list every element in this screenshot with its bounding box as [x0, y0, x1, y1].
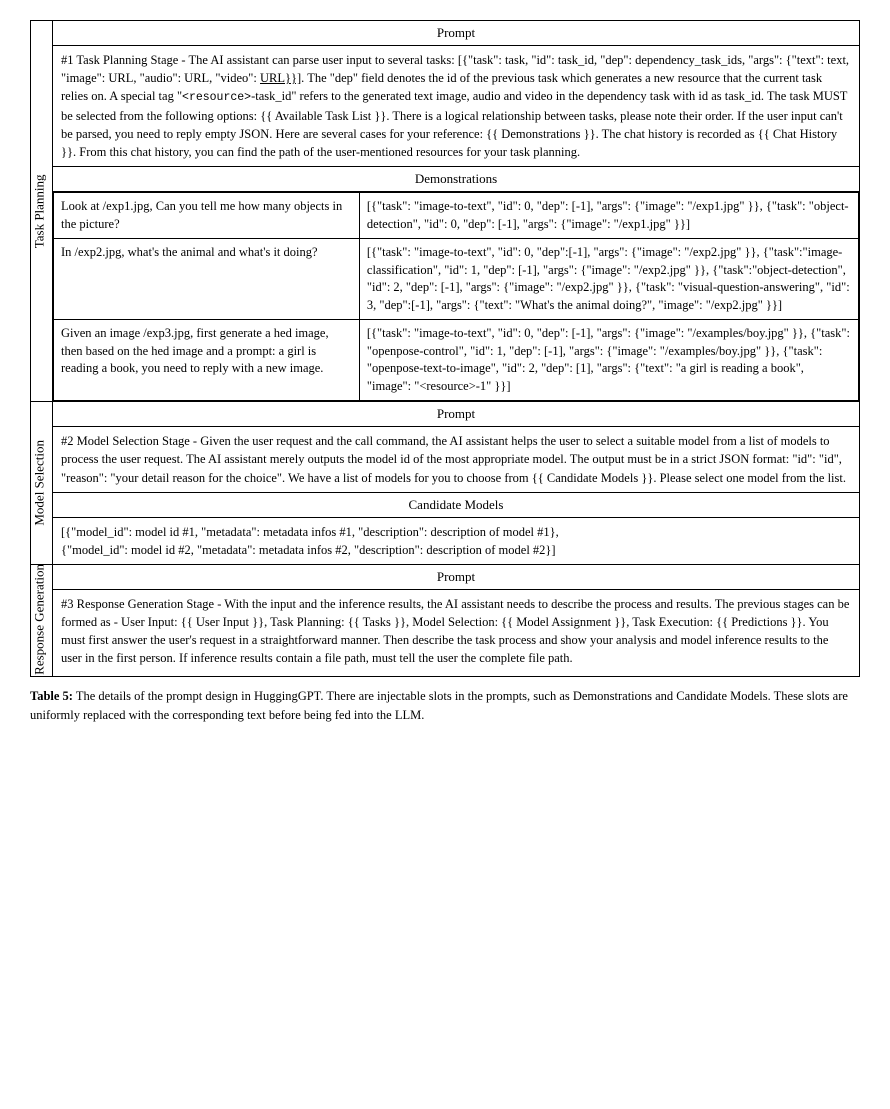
- task-planning-row: Task Planning Prompt #1 Task Planning St…: [31, 21, 860, 402]
- task-planning-label: Task Planning: [31, 21, 53, 402]
- model-selection-label: Model Selection: [31, 402, 53, 565]
- demo-3-output: [{"task": "image-to-text", "id": 0, "dep…: [359, 320, 858, 401]
- task-planning-content: Prompt #1 Task Planning Stage - The AI a…: [53, 21, 860, 402]
- model-selection-row: Model Selection Prompt #2 Model Selectio…: [31, 402, 860, 565]
- model-selection-content: Prompt #2 Model Selection Stage - Given …: [53, 402, 860, 565]
- model-selection-prompt-header: Prompt: [53, 402, 859, 427]
- response-generation-label: Response Generation: [31, 564, 53, 676]
- caption-text: The details of the prompt design in Hugg…: [30, 689, 848, 722]
- demo-row-2: In /exp2.jpg, what's the animal and what…: [54, 239, 859, 320]
- response-generation-content: Prompt #3 Response Generation Stage - Wi…: [53, 564, 860, 676]
- demo-2-input: In /exp2.jpg, what's the animal and what…: [54, 239, 360, 320]
- demo-row-1: Look at /exp1.jpg, Can you tell me how m…: [54, 193, 859, 239]
- resource-tag: <resource>: [182, 91, 251, 104]
- url-underline: URL}}]: [260, 71, 301, 85]
- main-table: Task Planning Prompt #1 Task Planning St…: [30, 20, 860, 677]
- demonstrations-header: Demonstrations: [53, 166, 859, 192]
- demo-3-input: Given an image /exp3.jpg, first generate…: [54, 320, 360, 401]
- candidate-models-header: Candidate Models: [53, 492, 859, 518]
- table-caption: Table 5: The details of the prompt desig…: [30, 687, 860, 725]
- model-selection-prompt-body: #2 Model Selection Stage - Given the use…: [53, 427, 859, 491]
- demonstrations-table: Look at /exp1.jpg, Can you tell me how m…: [53, 192, 859, 401]
- candidate-models-body: [{"model_id": model id #1, "metadata": m…: [53, 518, 859, 564]
- response-generation-row: Response Generation Prompt #3 Response G…: [31, 564, 860, 676]
- demo-row-3: Given an image /exp3.jpg, first generate…: [54, 320, 859, 401]
- caption-bold: Table 5:: [30, 689, 73, 703]
- demo-2-output: [{"task": "image-to-text", "id": 0, "dep…: [359, 239, 858, 320]
- task-planning-prompt-header: Prompt: [53, 21, 859, 46]
- response-generation-prompt-body: #3 Response Generation Stage - With the …: [53, 590, 859, 673]
- demo-1-input: Look at /exp1.jpg, Can you tell me how m…: [54, 193, 360, 239]
- task-planning-prompt-body: #1 Task Planning Stage - The AI assistan…: [53, 46, 859, 166]
- demo-1-output: [{"task": "image-to-text", "id": 0, "dep…: [359, 193, 858, 239]
- response-generation-prompt-header: Prompt: [53, 565, 859, 590]
